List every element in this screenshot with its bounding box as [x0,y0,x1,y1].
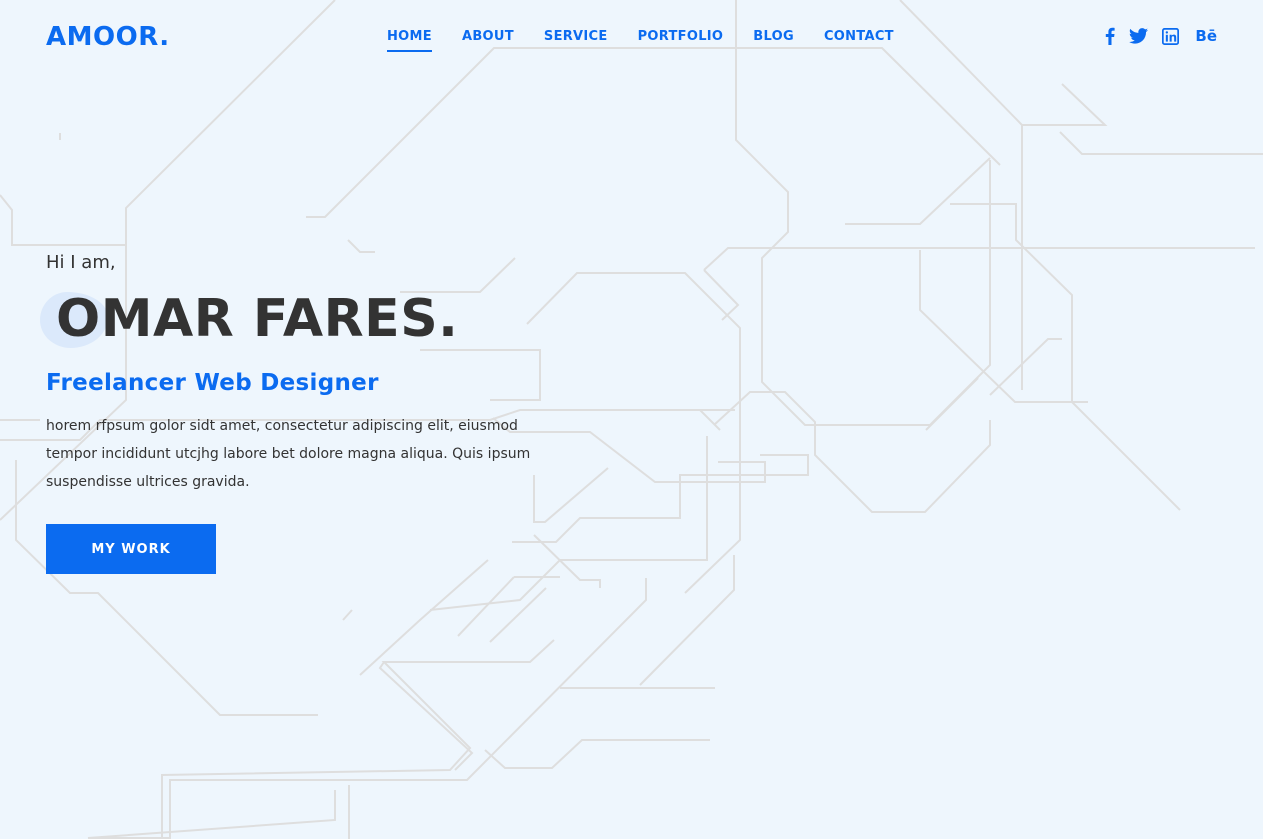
nav-item-about[interactable]: ABOUT [462,29,514,52]
site-header: AMOOR. HOME ABOUT SERVICE PORTFOLIO BLOG… [0,0,1263,80]
nav-item-portfolio[interactable]: PORTFOLIO [638,29,724,52]
linkedin-icon[interactable] [1162,27,1180,45]
brand-logo[interactable]: AMOOR. [46,22,170,52]
behance-icon[interactable]: Bē [1195,27,1217,45]
main-navigation: HOME ABOUT SERVICE PORTFOLIO BLOG CONTAC… [387,29,924,52]
my-work-button[interactable]: MY WORK [46,524,216,574]
twitter-icon[interactable] [1129,28,1149,44]
hero-greeting: Hi I am, [46,252,116,273]
hero-name-wrapper: OMAR FARES. [40,286,566,352]
hero-section: Hi I am, OMAR FARES. Freelancer Web Desi… [40,252,566,574]
nav-item-home[interactable]: HOME [387,29,432,52]
nav-item-contact[interactable]: CONTACT [824,29,894,52]
social-links: Bē [1091,27,1217,45]
nav-item-blog[interactable]: BLOG [753,29,794,52]
nav-item-service[interactable]: SERVICE [544,29,608,52]
hero-role: Freelancer Web Designer [46,370,379,396]
hero-description: horem rfpsum golor sidt amet, consectetu… [46,418,531,490]
hero-name: OMAR FARES. [56,289,459,349]
facebook-icon[interactable] [1105,27,1115,45]
